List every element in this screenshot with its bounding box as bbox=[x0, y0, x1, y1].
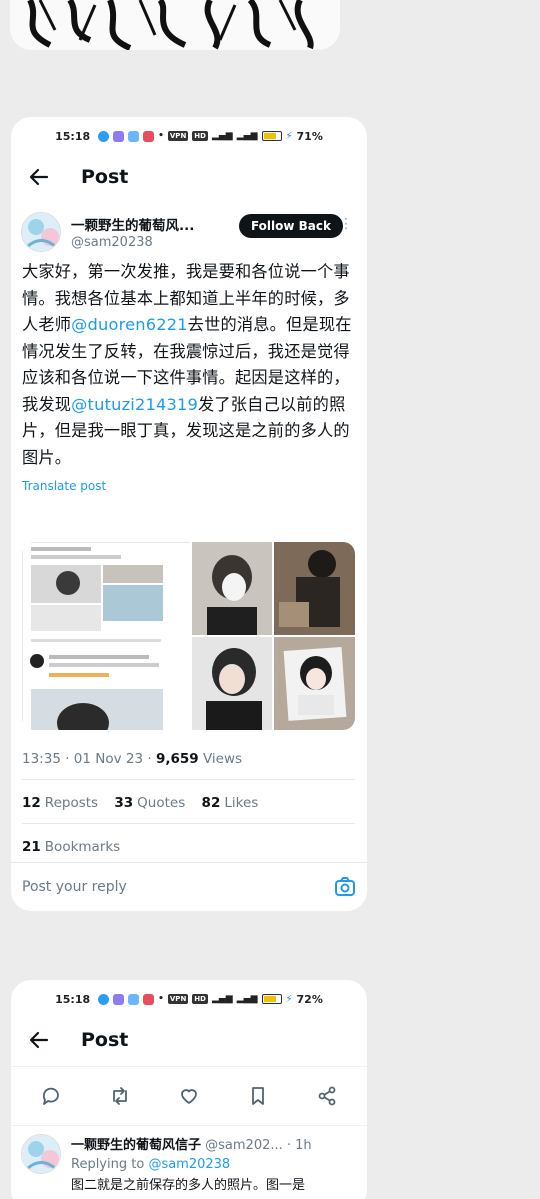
vpn-icon: VPN bbox=[167, 994, 189, 1004]
cell-signal-icon: ▂▄▆ bbox=[236, 994, 258, 1004]
post-action-bar bbox=[11, 1066, 367, 1126]
status-bar: 15:18 • VPN HD ▂▄▆ ▂▄▆ ⚡ 72% bbox=[11, 980, 367, 1018]
likes-label: Likes bbox=[224, 795, 259, 811]
charging-icon: ⚡ bbox=[285, 130, 293, 142]
camera-icon[interactable] bbox=[334, 876, 356, 898]
bookmarks-label: Bookmarks bbox=[44, 839, 121, 855]
reply-icon[interactable] bbox=[39, 1084, 63, 1108]
status-time: 15:18 bbox=[55, 992, 91, 1006]
reply-author-name: 一颗野生的葡萄风信子 bbox=[71, 1138, 202, 1153]
replying-to-handle[interactable]: @sam20238 bbox=[148, 1157, 230, 1172]
views-count: 9,659 bbox=[155, 751, 199, 767]
media-screenshot[interactable] bbox=[22, 542, 191, 730]
reposts-label: Reposts bbox=[44, 795, 99, 811]
follow-back-button[interactable]: Follow Back bbox=[238, 214, 343, 238]
media-photo[interactable] bbox=[192, 637, 272, 730]
repost-icon[interactable] bbox=[108, 1084, 132, 1108]
post-screenshot-card: 15:18 • VPN HD ▂▄▆ ▂▄▆ ⚡ 71% Post 一颗野生的葡… bbox=[11, 117, 367, 911]
more-options-icon[interactable]: ⋮ bbox=[339, 217, 353, 231]
quotes-stat[interactable]: 33 Quotes bbox=[114, 795, 185, 811]
divider bbox=[22, 823, 355, 824]
likes-count: 82 bbox=[201, 795, 221, 811]
hd-icon: HD bbox=[192, 994, 208, 1004]
mention-link[interactable]: @tutuzi214319 bbox=[71, 395, 198, 414]
bookmark-icon[interactable] bbox=[246, 1084, 270, 1108]
app-notification-icon bbox=[98, 993, 110, 1005]
status-bar: 15:18 • VPN HD ▂▄▆ ▂▄▆ ⚡ 71% bbox=[11, 117, 367, 155]
reply-author[interactable]: 一颗野生的葡萄风信子 @sam202... · 1h bbox=[71, 1134, 312, 1153]
reply-input[interactable]: Post your reply bbox=[22, 879, 334, 895]
post-text: 大家好，第一次发推，我是要和各位说一个事情。我想各位基本上都知道上半年的时候，多… bbox=[11, 253, 367, 471]
app-notification-icon bbox=[128, 993, 140, 1005]
cell-signal-icon: ▂▄▆ bbox=[236, 131, 258, 141]
app-notification-icon bbox=[143, 130, 155, 142]
battery-icon bbox=[261, 994, 282, 1004]
wifi-signal-icon: ▂▄▆ bbox=[211, 131, 233, 141]
like-icon[interactable] bbox=[177, 1084, 201, 1108]
status-time: 15:18 bbox=[55, 129, 91, 143]
page-title: Post bbox=[81, 166, 129, 188]
battery-icon bbox=[261, 131, 282, 141]
media-photo[interactable] bbox=[274, 542, 355, 635]
back-arrow-icon[interactable] bbox=[27, 1028, 51, 1052]
previous-image-fragment bbox=[10, 0, 340, 50]
author-name[interactable]: 一颗野生的葡萄风... bbox=[71, 214, 194, 234]
bookmarks-stat[interactable]: 21 Bookmarks bbox=[22, 839, 120, 855]
battery-percent: 72% bbox=[296, 992, 323, 1006]
app-notification-icon bbox=[143, 993, 155, 1005]
dot-icon: • bbox=[158, 131, 164, 141]
app-notification-icon bbox=[128, 130, 140, 142]
app-notification-icon bbox=[113, 130, 125, 142]
post-timestamp: 13:35 · 01 Nov 23 · 9,659 Views bbox=[22, 751, 242, 767]
quotes-count: 33 bbox=[114, 795, 134, 811]
bookmarks-count: 21 bbox=[22, 839, 41, 855]
share-icon[interactable] bbox=[315, 1084, 339, 1108]
dot-icon: • bbox=[158, 994, 164, 1004]
media-photo[interactable] bbox=[274, 637, 355, 730]
page-title: Post bbox=[81, 1029, 129, 1051]
likes-stat[interactable]: 82 Likes bbox=[202, 795, 259, 811]
author-handle[interactable]: @sam20238 bbox=[71, 235, 194, 250]
reply-text: 图二就是之前保存的多人的照片。图一是 bbox=[71, 1178, 306, 1193]
author-row: 一颗野生的葡萄风... @sam20238 Follow Back ⋮ bbox=[11, 199, 367, 253]
reply-screenshot-card: 15:18 • VPN HD ▂▄▆ ▂▄▆ ⚡ 72% Post 一颗野生的葡… bbox=[11, 980, 367, 1199]
post-time: 13:35 · 01 Nov 23 · bbox=[22, 751, 156, 767]
back-arrow-icon[interactable] bbox=[27, 165, 51, 189]
app-notification-icon bbox=[98, 130, 110, 142]
engagement-stats: 12 Reposts 33 Quotes 82 Likes bbox=[22, 795, 270, 811]
reposts-stat[interactable]: 12 Reposts bbox=[22, 795, 98, 811]
battery-percent: 71% bbox=[296, 129, 323, 143]
vpn-icon: VPN bbox=[167, 131, 189, 141]
divider bbox=[22, 779, 355, 780]
views-label: Views bbox=[198, 751, 243, 767]
hd-icon: HD bbox=[192, 131, 208, 141]
reply-post[interactable]: 一颗野生的葡萄风信子 @sam202... · 1h Replying to @… bbox=[11, 1126, 367, 1196]
media-photo[interactable] bbox=[192, 542, 272, 635]
translate-post-link[interactable]: Translate post bbox=[11, 471, 367, 493]
reply-author-handle: @sam202... · 1h bbox=[201, 1138, 312, 1153]
reposts-count: 12 bbox=[22, 795, 41, 811]
replying-to-label: Replying to bbox=[71, 1157, 149, 1172]
reply-composer: Post your reply bbox=[11, 862, 367, 911]
mention-link[interactable]: @duoren6221 bbox=[71, 315, 188, 334]
post-header: Post bbox=[11, 155, 367, 199]
avatar[interactable] bbox=[21, 212, 61, 252]
post-media-grid[interactable] bbox=[22, 542, 355, 730]
app-notification-icon bbox=[113, 993, 125, 1005]
avatar[interactable] bbox=[21, 1134, 61, 1174]
quotes-label: Quotes bbox=[137, 795, 186, 811]
replying-to: Replying to @sam20238 bbox=[71, 1157, 312, 1172]
charging-icon: ⚡ bbox=[285, 993, 293, 1005]
wifi-signal-icon: ▂▄▆ bbox=[211, 994, 233, 1004]
post-header: Post bbox=[11, 1018, 367, 1062]
